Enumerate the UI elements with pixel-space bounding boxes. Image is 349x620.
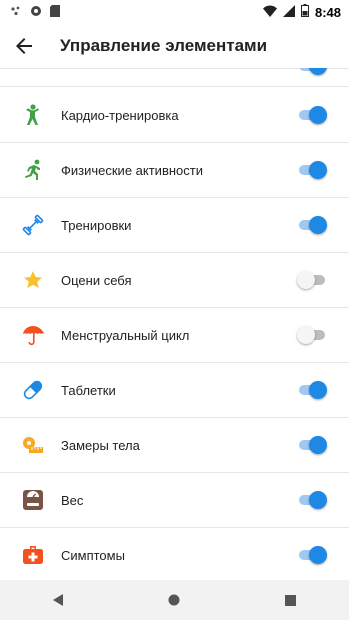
circle-notification-icon [30, 5, 42, 20]
list-item-menstrual-cycle[interactable]: Менструальный цикл [0, 308, 349, 363]
item-label: Замеры тела [61, 437, 140, 453]
item-label: Таблетки [61, 382, 116, 398]
scale-icon [22, 489, 44, 511]
item-label: Тренировки [61, 217, 132, 233]
battery-icon [300, 4, 309, 20]
measuring-tape-icon [22, 434, 44, 456]
list-item-body-measurements[interactable]: Замеры тела [0, 418, 349, 473]
list-item-activities[interactable]: Физические активности [0, 143, 349, 198]
status-time: 8:48 [314, 4, 341, 20]
toggle-switch[interactable] [297, 490, 327, 510]
wifi-icon [262, 5, 277, 20]
app-bar: Управление элементами [0, 24, 349, 69]
sprinting-person-icon [22, 159, 44, 181]
item-label: Менструальный цикл [61, 327, 190, 343]
list-item-partial [0, 68, 349, 87]
item-label: Симптомы [61, 547, 125, 563]
running-person-icon [22, 104, 44, 126]
toggle-switch[interactable] [297, 160, 327, 180]
nav-home-icon[interactable] [154, 580, 194, 620]
sd-card-icon [50, 4, 60, 20]
item-label: Оцени себя [61, 272, 132, 288]
list-item-cardio[interactable]: Кардио-тренировка [0, 88, 349, 143]
umbrella-icon [22, 324, 44, 346]
page-title: Управление элементами [60, 36, 268, 55]
list-item-workouts[interactable]: Тренировки [0, 198, 349, 253]
toggle-switch[interactable] [297, 325, 327, 345]
first-aid-kit-icon [22, 544, 44, 566]
list-item-weight[interactable]: Вес [0, 473, 349, 528]
star-icon [22, 269, 44, 291]
toggle-switch[interactable] [297, 545, 327, 565]
app-notification-icon [10, 5, 22, 20]
item-label: Физические активности [61, 162, 203, 178]
toggle-switch[interactable] [297, 215, 327, 235]
system-nav-bar [0, 580, 349, 620]
toggle-switch[interactable] [297, 105, 327, 125]
signal-icon [282, 4, 295, 20]
nav-recents-icon[interactable] [271, 580, 311, 620]
arrow-back-icon[interactable] [12, 34, 36, 58]
toggle-switch[interactable] [297, 435, 327, 455]
toggle-switch[interactable] [297, 270, 327, 290]
item-label: Кардио-тренировка [61, 107, 179, 123]
list-item-symptoms[interactable]: Симптомы [0, 528, 349, 580]
element-list: Кардио-тренировка Физические активности … [0, 68, 349, 580]
dumbbell-icon [22, 214, 44, 236]
item-label: Вес [61, 492, 84, 508]
list-item-pills[interactable]: Таблетки [0, 363, 349, 418]
toggle-switch[interactable] [297, 380, 327, 400]
pill-icon [22, 379, 44, 401]
toggle-switch[interactable] [297, 68, 327, 76]
nav-back-icon[interactable] [38, 580, 78, 620]
list-item-self-rating[interactable]: Оцени себя [0, 253, 349, 308]
status-bar: 8:48 [0, 0, 349, 24]
